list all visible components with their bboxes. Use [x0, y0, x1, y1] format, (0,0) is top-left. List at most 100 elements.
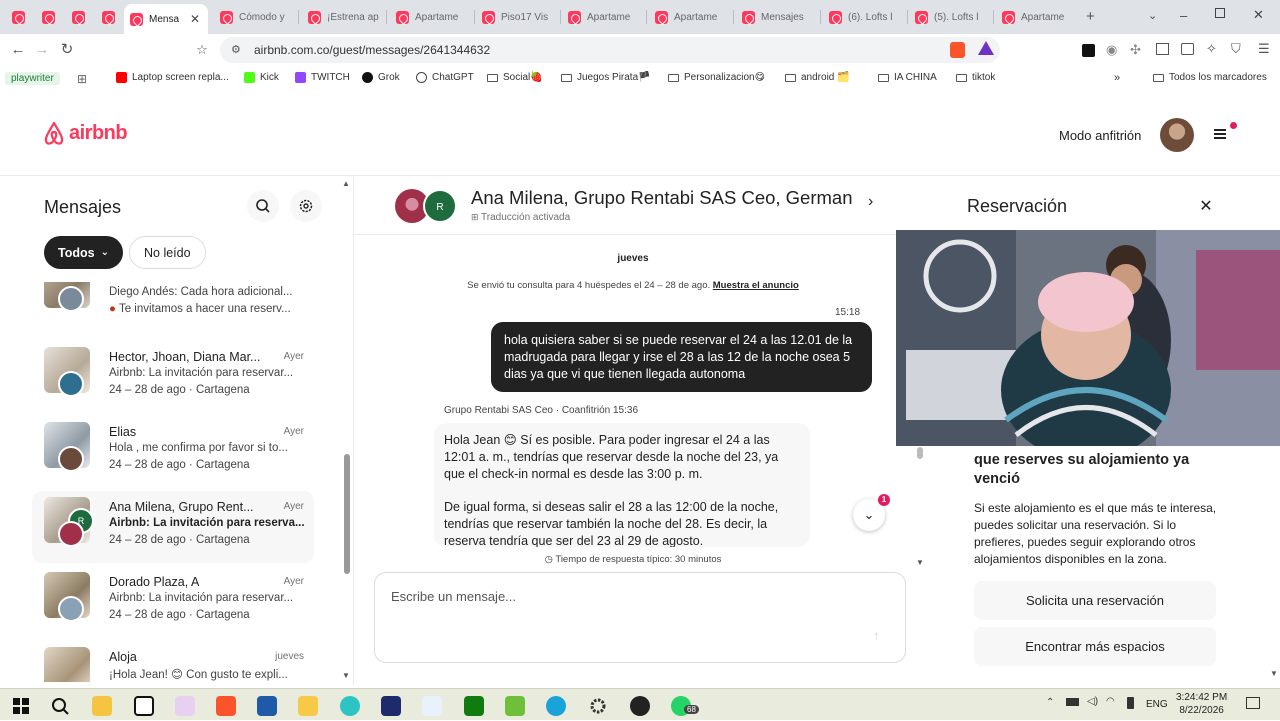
file-explorer-icon[interactable] — [92, 696, 112, 716]
app-icon[interactable] — [546, 696, 566, 716]
browser-tab[interactable]: Piso17 Vis — [476, 4, 560, 30]
forward-icon[interactable]: → — [32, 40, 52, 60]
bookmark-icon[interactable]: ☆ — [192, 40, 212, 60]
apps-grid-icon[interactable]: ⊞ — [77, 72, 87, 86]
reservation-scrollbar[interactable] — [917, 447, 923, 459]
app-icon[interactable] — [422, 696, 442, 716]
browser-menu-icon[interactable]: ☰ — [1258, 41, 1270, 57]
browser-tab[interactable]: Apartame — [649, 4, 733, 30]
scroll-down-arrow-icon[interactable]: ▼ — [916, 558, 924, 567]
search-button[interactable] — [247, 190, 279, 222]
browser-tab[interactable] — [96, 4, 124, 30]
bookmark-playwriter[interactable]: playwriter — [5, 72, 60, 85]
thread-item[interactable]: Dorado Plaza, A Ayer Airbnb: La invitaci… — [32, 566, 314, 638]
close-window-icon[interactable]: ✕ — [1253, 7, 1264, 23]
filter-all-button[interactable]: Todos ⌄ — [44, 236, 123, 269]
brave-rewards-icon[interactable] — [978, 41, 994, 55]
browser-tab[interactable] — [6, 4, 34, 30]
app-icon[interactable] — [505, 696, 525, 716]
close-icon[interactable]: ✕ — [1190, 191, 1222, 223]
speaker-icon[interactable]: ◁) — [1087, 696, 1098, 707]
notion-icon[interactable] — [134, 696, 154, 716]
browser-tab[interactable]: ¡Estrena ap — [302, 4, 386, 30]
thread-item[interactable]: Elias Ayer Hola , me confirma por favor … — [32, 416, 314, 488]
show-listing-link[interactable]: Muestra el anuncio — [713, 280, 799, 291]
bookmark-kick[interactable]: Kick — [244, 72, 279, 83]
brave-browser-icon[interactable] — [216, 696, 236, 716]
app-icon[interactable] — [381, 696, 401, 716]
scroll-up-arrow-icon[interactable]: ▲ — [342, 179, 350, 188]
taskbar-clock[interactable]: 3:24:42 PM 8/22/2026 — [1176, 691, 1227, 717]
browser-tab[interactable]: Mensajes — [736, 4, 820, 30]
browser-tab[interactable] — [36, 4, 64, 30]
phone-icon[interactable] — [1127, 697, 1134, 709]
scroll-down-arrow-icon[interactable]: ▼ — [342, 671, 350, 680]
xbox-icon[interactable] — [464, 696, 484, 716]
message-input[interactable] — [391, 589, 871, 604]
browser-tab[interactable]: Cómodo y — [214, 4, 298, 30]
bookmark-chatgpt[interactable]: ChatGPT — [416, 72, 474, 83]
reload-icon[interactable]: ↻ — [57, 40, 77, 60]
send-arrow-icon[interactable]: ↑ — [874, 630, 880, 642]
back-icon[interactable]: ← — [8, 40, 28, 60]
wifi-icon[interactable]: ◠ — [1106, 696, 1115, 707]
bookmark-twitch[interactable]: TWITCH — [295, 72, 350, 83]
thread-item-selected[interactable]: R Ana Milena, Grupo Rent... Ayer Airbnb:… — [32, 491, 314, 563]
browser-tab[interactable]: (5). Lofts l — [909, 4, 993, 30]
brave-shield-icon[interactable] — [950, 42, 965, 58]
new-tab-icon[interactable]: + — [1086, 8, 1095, 25]
thread-item[interactable]: Diego Andés: Cada hora adicional... ● Te… — [32, 282, 314, 328]
maximize-icon[interactable] — [1215, 8, 1225, 18]
user-avatar[interactable] — [1160, 118, 1194, 152]
bookmark-folder-juegos[interactable]: Juegos Pirata🏴 — [561, 72, 651, 83]
settings-gear-icon[interactable] — [588, 696, 608, 716]
bookmark-folder-tiktok[interactable]: tiktok — [956, 72, 995, 83]
app-icon[interactable] — [630, 696, 650, 716]
puzzle-icon[interactable]: ✣ — [1130, 42, 1141, 58]
search-icon[interactable] — [50, 696, 70, 716]
app-icon[interactable] — [340, 696, 360, 716]
site-info-icon[interactable]: ⚙ — [231, 43, 241, 56]
all-bookmarks[interactable]: Todos los marcadores — [1153, 72, 1267, 83]
close-tab-icon[interactable]: ✕ — [190, 12, 200, 26]
extension-icon[interactable] — [1082, 44, 1095, 57]
thread-item[interactable]: Hector, Jhoan, Diana Mar... Ayer Airbnb:… — [32, 341, 314, 413]
bookmark-folder-social[interactable]: Social🍓 — [487, 72, 543, 83]
browser-tab[interactable]: Apartame — [390, 4, 474, 30]
bookmark-folder-android[interactable]: android 🗂️ — [785, 72, 850, 83]
store-icon[interactable] — [257, 696, 277, 716]
notes-icon[interactable] — [298, 696, 318, 716]
camera-extension-icon[interactable]: ◉ — [1106, 42, 1117, 58]
more-bookmarks-icon[interactable]: » — [1114, 72, 1120, 84]
find-more-spaces-button[interactable]: Encontrar más espacios — [974, 627, 1216, 666]
battery-icon[interactable] — [1066, 698, 1079, 706]
app-icon[interactable] — [175, 696, 195, 716]
language-indicator[interactable]: ENG — [1146, 699, 1168, 710]
vpn-icon[interactable]: ⛉ — [1231, 41, 1241, 57]
address-bar[interactable]: ⚙ airbnb.com.co/guest/messages/264134463… — [220, 37, 1000, 63]
request-reservation-button[interactable]: Solicita una reservación — [974, 581, 1216, 620]
bookmark-folder-ia-china[interactable]: IA CHINA — [878, 72, 937, 83]
bookmark-grok[interactable]: Grok — [362, 72, 400, 83]
windows-start-icon[interactable] — [11, 696, 31, 716]
thread-item[interactable]: Aloja jueves ¡Hola Jean! 😊 Con gusto te … — [32, 641, 314, 682]
browser-tab[interactable]: Apartame — [996, 4, 1076, 30]
minimize-icon[interactable]: – — [1180, 8, 1187, 23]
browser-tab[interactable] — [66, 4, 94, 30]
filter-unread-button[interactable]: No leído — [129, 236, 206, 269]
browser-tab[interactable]: (6). Lofts l — [823, 4, 907, 30]
thread-list-scrollbar[interactable] — [344, 454, 350, 574]
browser-tab-active[interactable]: Mensa ✕ — [124, 4, 208, 34]
leo-ai-icon[interactable]: ✧ — [1206, 41, 1217, 57]
settings-button[interactable] — [290, 190, 322, 222]
scroll-down-arrow-icon[interactable]: ▼ — [1270, 669, 1278, 678]
notifications-icon[interactable] — [1246, 697, 1260, 709]
bookmark-laptop[interactable]: Laptop screen repla... — [116, 72, 229, 83]
browser-tab[interactable]: Apartame — [562, 4, 646, 30]
airbnb-logo[interactable]: airbnb — [43, 120, 128, 146]
chevron-up-icon[interactable]: ⌃ — [1046, 697, 1054, 708]
chevron-right-icon[interactable]: › — [868, 193, 873, 211]
sidebar-icon[interactable] — [1156, 43, 1169, 55]
bookmark-folder-personalizacion[interactable]: Personalizacion😋 — [668, 72, 765, 83]
host-mode-link[interactable]: Modo anfitrión — [1059, 128, 1141, 143]
